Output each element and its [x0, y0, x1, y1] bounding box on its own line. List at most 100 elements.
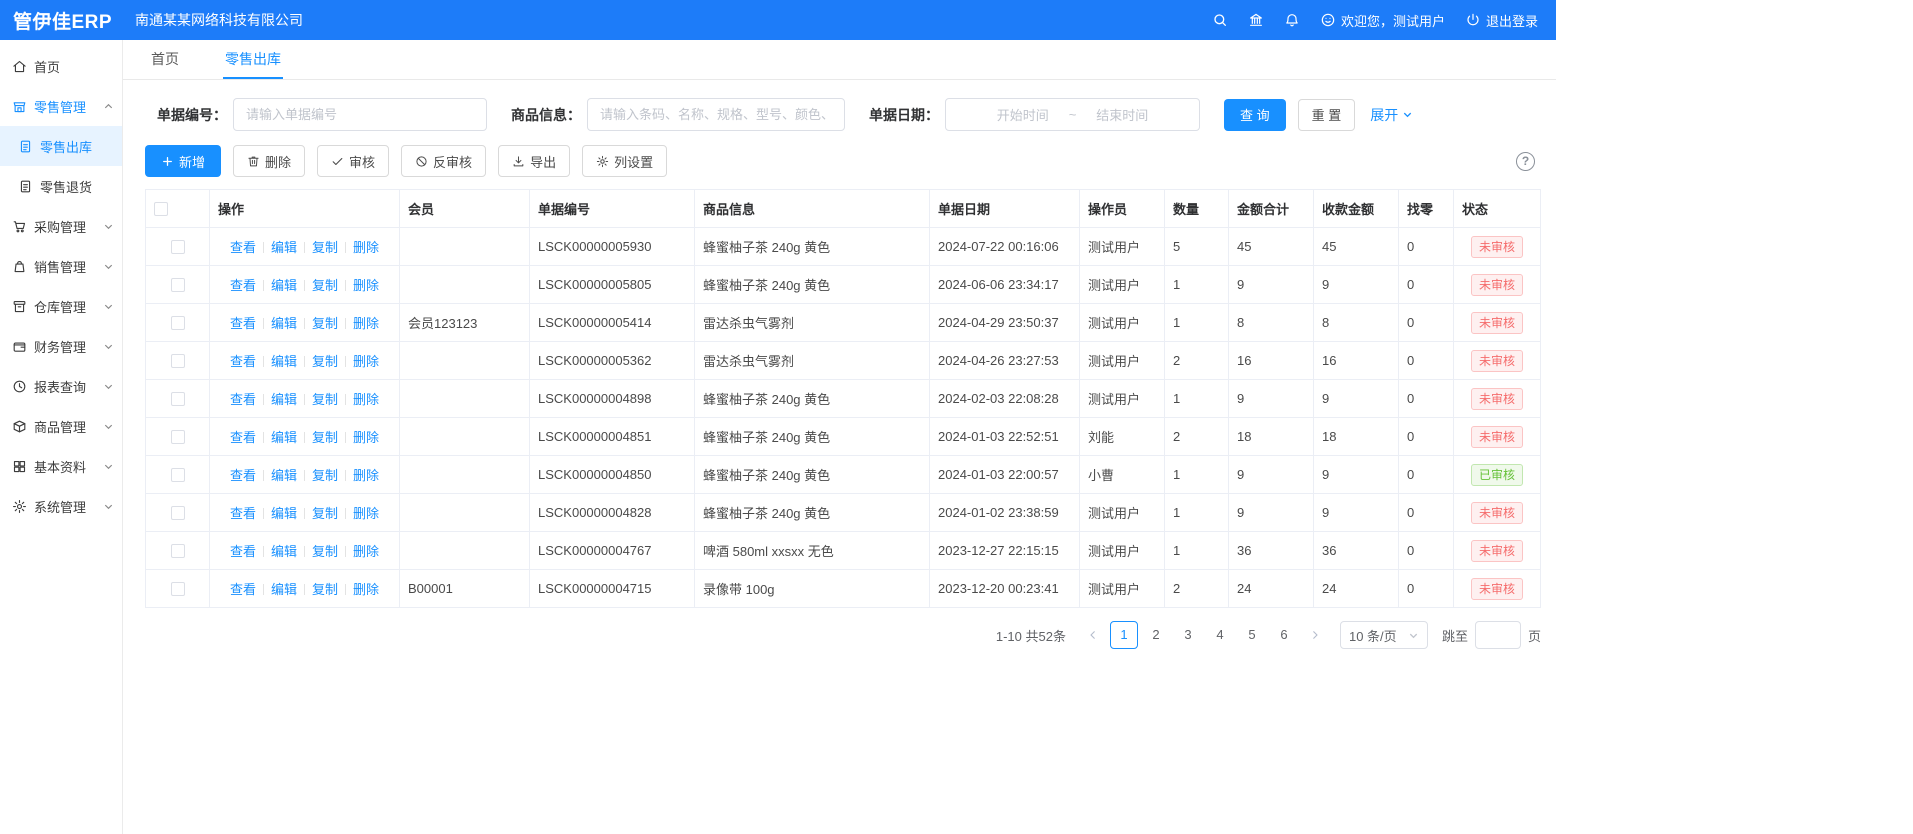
- row-checkbox[interactable]: [171, 354, 185, 368]
- next-page-button[interactable]: [1304, 621, 1326, 649]
- date-range-picker[interactable]: 开始时间 ~ 结束时间: [945, 98, 1200, 131]
- bill-date-cell: 2024-01-03 22:00:57: [930, 456, 1080, 494]
- view-link[interactable]: 查看: [230, 240, 256, 255]
- sidebar-item-basic-data[interactable]: 基本资料: [0, 446, 122, 486]
- row-checkbox[interactable]: [171, 544, 185, 558]
- copy-link[interactable]: 复制: [312, 544, 338, 559]
- row-checkbox[interactable]: [171, 430, 185, 444]
- select-all-checkbox[interactable]: [154, 202, 168, 216]
- delete-link[interactable]: 删除: [353, 278, 379, 293]
- copy-link[interactable]: 复制: [312, 392, 338, 407]
- product-info-input[interactable]: [587, 98, 845, 131]
- grid-icon: [12, 459, 27, 474]
- row-checkbox[interactable]: [171, 468, 185, 482]
- copy-link[interactable]: 复制: [312, 506, 338, 521]
- row-checkbox[interactable]: [171, 392, 185, 406]
- copy-link[interactable]: 复制: [312, 278, 338, 293]
- page-number-3[interactable]: 3: [1174, 621, 1202, 649]
- view-link[interactable]: 查看: [230, 278, 256, 293]
- delete-link[interactable]: 删除: [353, 468, 379, 483]
- view-link[interactable]: 查看: [230, 544, 256, 559]
- copy-link[interactable]: 复制: [312, 468, 338, 483]
- bell-icon[interactable]: [1284, 12, 1300, 28]
- edit-link[interactable]: 编辑: [271, 582, 297, 597]
- status-badge: 未审核: [1471, 236, 1523, 258]
- delete-link[interactable]: 删除: [353, 240, 379, 255]
- add-button[interactable]: 新增: [145, 145, 221, 177]
- view-link[interactable]: 查看: [230, 392, 256, 407]
- copy-link[interactable]: 复制: [312, 582, 338, 597]
- copy-link[interactable]: 复制: [312, 354, 338, 369]
- tab-retail-out[interactable]: 零售出库: [223, 40, 283, 79]
- start-date-placeholder[interactable]: 开始时间: [997, 105, 1049, 124]
- edit-link[interactable]: 编辑: [271, 354, 297, 369]
- edit-link[interactable]: 编辑: [271, 278, 297, 293]
- expand-link[interactable]: 展开: [1370, 105, 1413, 125]
- row-checkbox[interactable]: [171, 240, 185, 254]
- sidebar-item-sales[interactable]: 销售管理: [0, 246, 122, 286]
- edit-link[interactable]: 编辑: [271, 316, 297, 331]
- help-icon[interactable]: ?: [1516, 152, 1535, 171]
- jump-page-input[interactable]: [1475, 621, 1521, 649]
- sidebar-item-purchase[interactable]: 采购管理: [0, 206, 122, 246]
- logout-button[interactable]: 退出登录: [1465, 11, 1538, 30]
- row-checkbox[interactable]: [171, 316, 185, 330]
- sidebar-item-finance[interactable]: 财务管理: [0, 326, 122, 366]
- view-link[interactable]: 查看: [230, 468, 256, 483]
- view-link[interactable]: 查看: [230, 316, 256, 331]
- view-link[interactable]: 查看: [230, 354, 256, 369]
- end-date-placeholder[interactable]: 结束时间: [1096, 105, 1148, 124]
- welcome-user[interactable]: 欢迎您，测试用户: [1320, 11, 1445, 30]
- search-button[interactable]: 查 询: [1224, 99, 1286, 131]
- page-number-5[interactable]: 5: [1238, 621, 1266, 649]
- sidebar-item-goods[interactable]: 商品管理: [0, 406, 122, 446]
- copy-link[interactable]: 复制: [312, 316, 338, 331]
- page-number-2[interactable]: 2: [1142, 621, 1170, 649]
- view-link[interactable]: 查看: [230, 582, 256, 597]
- sidebar-item-retail[interactable]: 零售管理: [0, 86, 122, 126]
- copy-link[interactable]: 复制: [312, 240, 338, 255]
- sidebar-item-system[interactable]: 系统管理: [0, 486, 122, 526]
- row-checkbox[interactable]: [171, 506, 185, 520]
- reset-button[interactable]: 重 置: [1298, 99, 1356, 131]
- sidebar-item-home[interactable]: 首页: [0, 46, 122, 86]
- delete-link[interactable]: 删除: [353, 430, 379, 445]
- select-all-cell: [146, 190, 210, 228]
- delete-link[interactable]: 删除: [353, 506, 379, 521]
- delete-link[interactable]: 删除: [353, 354, 379, 369]
- page-number-1[interactable]: 1: [1110, 621, 1138, 649]
- bill-no-input[interactable]: [233, 98, 487, 131]
- delete-link[interactable]: 删除: [353, 582, 379, 597]
- page-size-select[interactable]: 10 条/页: [1340, 621, 1428, 649]
- sidebar-item-reports[interactable]: 报表查询: [0, 366, 122, 406]
- row-checkbox[interactable]: [171, 278, 185, 292]
- export-button[interactable]: 导出: [498, 145, 570, 177]
- sidebar-item-warehouse[interactable]: 仓库管理: [0, 286, 122, 326]
- delete-link[interactable]: 删除: [353, 544, 379, 559]
- delete-link[interactable]: 删除: [353, 392, 379, 407]
- unaudit-button[interactable]: 反审核: [401, 145, 486, 177]
- edit-link[interactable]: 编辑: [271, 468, 297, 483]
- edit-link[interactable]: 编辑: [271, 544, 297, 559]
- tab-home[interactable]: 首页: [149, 40, 181, 79]
- audit-button[interactable]: 审核: [317, 145, 389, 177]
- page-number-6[interactable]: 6: [1270, 621, 1298, 649]
- delete-button[interactable]: 删除: [233, 145, 305, 177]
- operator-cell: 小曹: [1080, 456, 1165, 494]
- delete-link[interactable]: 删除: [353, 316, 379, 331]
- page-number-4[interactable]: 4: [1206, 621, 1234, 649]
- copy-link[interactable]: 复制: [312, 430, 338, 445]
- edit-link[interactable]: 编辑: [271, 506, 297, 521]
- edit-link[interactable]: 编辑: [271, 430, 297, 445]
- search-icon[interactable]: [1212, 12, 1228, 28]
- sidebar-item-retail-return[interactable]: 零售退货: [0, 166, 122, 206]
- row-checkbox[interactable]: [171, 582, 185, 596]
- prev-page-button[interactable]: [1082, 621, 1104, 649]
- bank-icon[interactable]: [1248, 12, 1264, 28]
- sidebar-item-retail-out[interactable]: 零售出库: [0, 126, 122, 166]
- view-link[interactable]: 查看: [230, 430, 256, 445]
- edit-link[interactable]: 编辑: [271, 392, 297, 407]
- edit-link[interactable]: 编辑: [271, 240, 297, 255]
- column-settings-button[interactable]: 列设置: [582, 145, 667, 177]
- view-link[interactable]: 查看: [230, 506, 256, 521]
